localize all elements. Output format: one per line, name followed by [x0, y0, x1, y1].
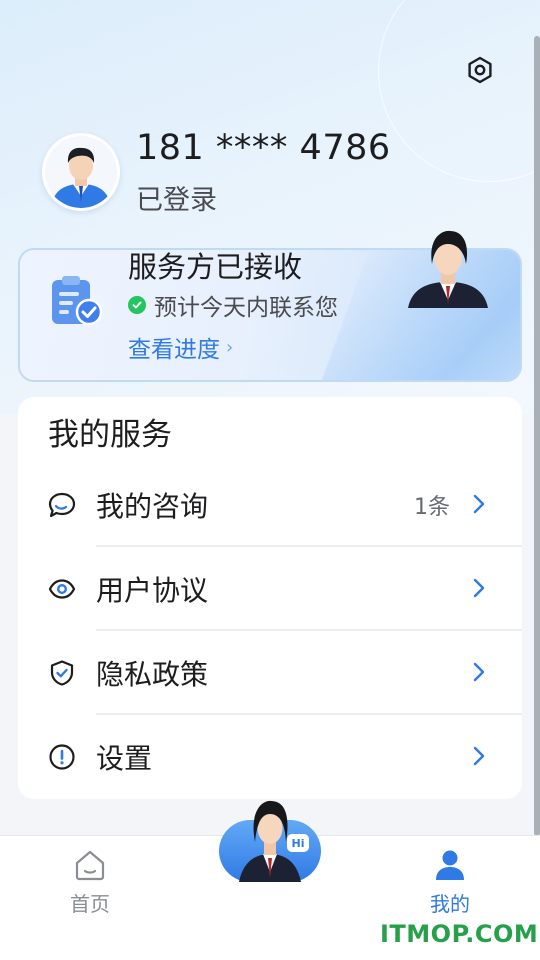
- tab-home[interactable]: 首页: [40, 848, 140, 928]
- service-label: 我的咨询: [96, 490, 209, 523]
- my-services-card: 我的服务 我的咨询 1条 用户协议 隐私政策 设置: [18, 397, 522, 799]
- customer-service-button[interactable]: Hi: [219, 792, 321, 884]
- check-circle-icon: [128, 296, 146, 314]
- eye-icon: [48, 579, 76, 599]
- info-circle-icon: [49, 744, 75, 770]
- service-label: 用户协议: [96, 574, 209, 607]
- chat-bubble-icon: [48, 492, 76, 518]
- status-subtitle: 预计今天内联系您: [128, 288, 338, 322]
- scrollbar[interactable]: [534, 36, 540, 836]
- chevron-right-icon: [473, 578, 485, 598]
- consultation-count: 1条: [414, 495, 450, 520]
- chevron-right-icon: [473, 746, 485, 766]
- settings-button[interactable]: [462, 52, 498, 88]
- service-item-privacy-policy[interactable]: 隐私政策: [18, 631, 522, 715]
- avatar[interactable]: [42, 133, 120, 211]
- service-label: 隐私政策: [96, 658, 209, 691]
- chevron-right-icon: ›: [226, 336, 234, 358]
- service-item-settings[interactable]: 设置: [18, 715, 522, 799]
- status-subtitle-text: 预计今天内联系您: [154, 295, 338, 321]
- user-icon: [436, 850, 464, 880]
- tab-mine-label: 我的: [430, 892, 470, 916]
- chevron-right-icon: [473, 662, 485, 682]
- view-progress-label: 查看进度: [128, 337, 220, 363]
- tab-mine[interactable]: 我的: [400, 848, 500, 928]
- chevron-right-icon: [473, 494, 485, 514]
- login-status: 已登录: [136, 185, 217, 216]
- service-label: 设置: [96, 742, 153, 775]
- view-progress-link[interactable]: 查看进度 ›: [128, 330, 233, 364]
- male-avatar-icon: [45, 136, 117, 208]
- service-item-user-agreement[interactable]: 用户协议: [18, 547, 522, 631]
- female-agent-image: [384, 224, 512, 308]
- hi-badge: Hi: [287, 834, 309, 852]
- clipboard-check-icon: [52, 276, 103, 326]
- tab-home-label: 首页: [70, 892, 110, 916]
- watermark: ITMOP.COM: [380, 920, 539, 948]
- status-title: 服务方已接收: [128, 250, 303, 284]
- home-icon: [75, 850, 105, 881]
- hexagon-settings-icon: [468, 56, 492, 84]
- services-title: 我的服务: [48, 417, 172, 453]
- shield-check-icon: [50, 660, 74, 686]
- service-item-consultation[interactable]: 我的咨询 1条: [18, 463, 522, 547]
- phone-number: 181 **** 4786: [136, 128, 391, 168]
